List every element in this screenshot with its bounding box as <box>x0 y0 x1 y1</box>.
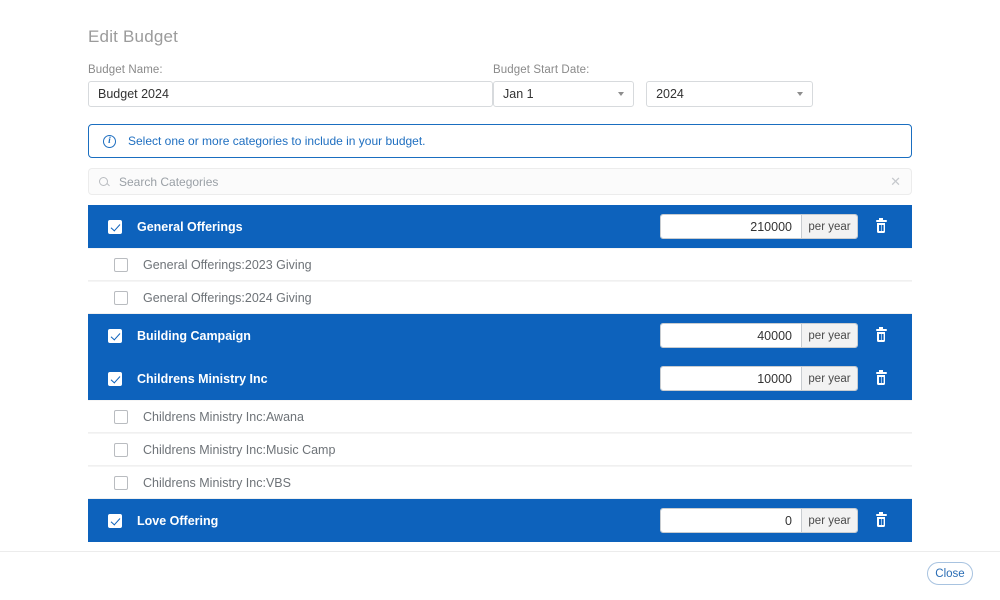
chevron-down-icon <box>797 92 803 96</box>
budget-start-date-field-group: Budget Start Date: Jan 1 2024 <box>493 64 813 107</box>
category-row[interactable]: General Offerings:2023 Giving <box>88 248 912 281</box>
trash-icon <box>875 370 887 385</box>
category-row[interactable]: Childrens Ministry Inc:Music Camp <box>88 433 912 466</box>
category-row-controls: per year <box>660 366 898 391</box>
budget-start-year-value: 2024 <box>656 87 684 101</box>
category-checkbox[interactable] <box>114 409 128 424</box>
category-row-controls: per year <box>660 214 898 239</box>
category-label: Childrens Ministry Inc <box>137 371 268 386</box>
budget-amount-unit: per year <box>801 324 857 347</box>
category-checkbox[interactable] <box>114 290 128 305</box>
trash-icon <box>875 512 887 527</box>
search-categories-input[interactable] <box>117 173 891 190</box>
category-label: General Offerings:2023 Giving <box>143 257 312 272</box>
category-row-controls: per year <box>660 323 898 348</box>
category-row[interactable]: General Offerings:2024 Giving <box>88 281 912 314</box>
category-row[interactable]: Building Campaign per year <box>88 314 912 357</box>
budget-amount-unit: per year <box>801 509 857 532</box>
budget-name-input[interactable] <box>88 81 493 107</box>
chevron-down-icon <box>618 92 625 96</box>
info-banner-text: Select one or more categories to include… <box>128 134 426 148</box>
category-row[interactable]: Childrens Ministry Inc per year <box>88 357 912 400</box>
budget-amount-group: per year <box>660 508 858 533</box>
budget-name-field-group: Budget Name: <box>88 64 493 107</box>
budget-amount-unit: per year <box>801 367 857 390</box>
info-banner: i Select one or more categories to inclu… <box>88 124 912 158</box>
budget-amount-group: per year <box>660 323 858 348</box>
info-circle-icon: i <box>103 134 116 148</box>
category-row[interactable]: Childrens Ministry Inc:Awana <box>88 400 912 433</box>
category-checkbox[interactable] <box>114 475 128 490</box>
trash-icon <box>875 218 887 233</box>
budget-amount-group: per year <box>660 366 858 391</box>
category-checkbox[interactable] <box>108 371 122 386</box>
date-selects: Jan 1 2024 <box>493 81 813 107</box>
delete-category-button[interactable] <box>864 327 898 342</box>
category-checkbox[interactable] <box>108 513 122 528</box>
category-checkbox[interactable] <box>114 442 128 457</box>
category-row-controls: per year <box>660 508 898 533</box>
search-categories-bar[interactable]: ✕ <box>88 168 912 195</box>
budget-start-month-value: Jan 1 <box>503 87 534 101</box>
search-icon <box>99 177 108 186</box>
page-title: Edit Budget <box>88 27 179 46</box>
category-checkbox[interactable] <box>108 328 122 343</box>
category-label: Building Campaign <box>137 328 251 343</box>
delete-category-button[interactable] <box>864 370 898 385</box>
category-label: General Offerings <box>137 219 243 234</box>
category-checkbox[interactable] <box>114 257 128 272</box>
category-row[interactable]: Childrens Ministry Inc:VBS <box>88 466 912 499</box>
budget-amount-unit: per year <box>801 215 857 238</box>
budget-amount-input[interactable] <box>661 509 801 532</box>
category-list[interactable]: General Offeringsper yearGeneral Offerin… <box>88 205 912 550</box>
category-row[interactable]: Love Offering per year <box>88 499 912 542</box>
budget-form-row: Budget Name: Budget Start Date: Jan 1 20… <box>88 64 912 107</box>
category-label: Childrens Ministry Inc:VBS <box>143 475 291 490</box>
budget-name-label: Budget Name: <box>88 64 163 76</box>
category-row[interactable]: General Offerings per year <box>88 205 912 248</box>
category-label: General Offerings:2024 Giving <box>143 290 312 305</box>
budget-amount-input[interactable] <box>661 324 801 347</box>
close-x-icon[interactable]: ✕ <box>890 175 901 188</box>
category-checkbox[interactable] <box>108 219 122 234</box>
trash-icon <box>875 327 887 342</box>
budget-amount-input[interactable] <box>661 215 801 238</box>
budget-amount-group: per year <box>660 214 858 239</box>
footer-divider <box>0 551 1000 552</box>
close-button[interactable]: Close <box>927 562 973 585</box>
delete-category-button[interactable] <box>864 512 898 527</box>
budget-start-month-select[interactable]: Jan 1 <box>493 81 635 107</box>
delete-category-button[interactable] <box>864 218 898 233</box>
category-label: Childrens Ministry Inc:Music Camp <box>143 442 336 457</box>
category-label: Childrens Ministry Inc:Awana <box>143 409 304 424</box>
edit-budget-page: Edit Budget Budget Name: Budget Start Da… <box>0 0 1000 600</box>
budget-start-date-label: Budget Start Date: <box>493 64 590 76</box>
category-label: Love Offering <box>137 513 219 528</box>
budget-start-year-select[interactable]: 2024 <box>646 81 813 107</box>
budget-amount-input[interactable] <box>661 367 801 390</box>
